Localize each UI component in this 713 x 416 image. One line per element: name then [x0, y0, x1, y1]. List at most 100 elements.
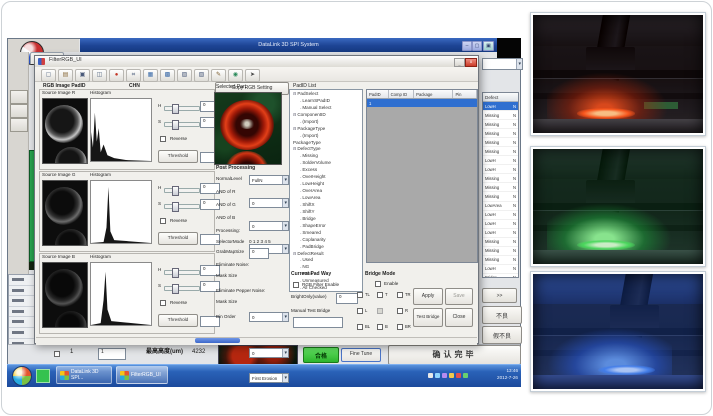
slider-thumb[interactable]	[172, 120, 179, 130]
tree-item[interactable]: -OverArea	[290, 187, 362, 194]
tree-item[interactable]: -(Import)	[290, 132, 362, 139]
save-button[interactable]: Save	[445, 288, 473, 305]
padid-tree[interactable]: ⊟PadSelect-LearnSPadID-Manual Select⊟Com…	[289, 89, 363, 292]
rail-button-1[interactable]	[10, 90, 28, 104]
bottom-checkbox[interactable]	[54, 351, 60, 357]
tree-item[interactable]: -OverHeight	[290, 173, 362, 180]
defect-row[interactable]: MissingN	[483, 138, 518, 147]
defect-row[interactable]: LowHN	[483, 265, 518, 274]
defect-filter-combo[interactable]	[482, 58, 523, 70]
tree-item[interactable]: ⊟DefectType	[290, 146, 362, 153]
defect-list[interactable]: Defect LowHNMissingNMissingNMissingNMiss…	[482, 92, 519, 278]
tree-item[interactable]: -LowArea	[290, 194, 362, 201]
tree-item[interactable]: ⊟ComponentID	[290, 111, 362, 118]
tray-icon[interactable]	[442, 373, 447, 378]
tray-icon[interactable]	[435, 373, 440, 378]
tree-expander-icon[interactable]: ⊟	[293, 126, 296, 131]
defect-row[interactable]: MissingN	[483, 183, 518, 192]
tree-item[interactable]: -ShiftY	[290, 208, 362, 215]
h-slider[interactable]	[164, 106, 200, 111]
s-slider[interactable]	[164, 204, 200, 209]
h-slider[interactable]	[164, 270, 200, 275]
maximize-button[interactable]: ▢	[472, 41, 482, 51]
slider-thumb[interactable]	[172, 268, 179, 278]
tree-item[interactable]: -(Import)	[290, 118, 362, 125]
bridge-checkbox-tr[interactable]	[397, 292, 403, 298]
slider-thumb[interactable]	[172, 284, 179, 294]
defect-row[interactable]: BridgeN	[483, 274, 518, 278]
slider-thumb[interactable]	[172, 104, 179, 114]
tray-icon[interactable]	[456, 373, 461, 378]
bridge-enable-checkbox[interactable]	[375, 281, 381, 287]
s-slider[interactable]	[164, 286, 200, 291]
tree-item[interactable]: -NG	[290, 263, 362, 270]
edit-icon[interactable]: ✎	[211, 69, 226, 82]
reverse-checkbox[interactable]	[160, 300, 166, 306]
confirm-complete-button[interactable]: 确认完毕	[388, 345, 521, 365]
s-slider[interactable]	[164, 122, 200, 127]
defect-row[interactable]: LowHN	[483, 220, 518, 229]
normal-level-combo[interactable]: FullN	[249, 175, 289, 185]
padid-col-header[interactable]: Pin	[453, 90, 477, 98]
defect-row[interactable]: MissingN	[483, 238, 518, 247]
defect-row[interactable]: LowHN	[483, 229, 518, 238]
threshold-button[interactable]: Threshold	[158, 150, 198, 163]
defect-button[interactable]: 不良	[482, 306, 522, 324]
mask-size-1-combo[interactable]: 0	[249, 312, 289, 322]
grid-icon[interactable]: ▦	[143, 69, 158, 82]
defect-row[interactable]: MissingN	[483, 256, 518, 265]
close-button[interactable]: ▣	[483, 41, 494, 51]
bin-order-combo[interactable]: First Erosion	[249, 373, 289, 383]
tree-item[interactable]: -ShapeError	[290, 222, 362, 229]
layout-icon[interactable]: ▧	[194, 69, 209, 82]
new-icon[interactable]: ▢	[41, 69, 56, 82]
defect-row[interactable]: LowAreaN	[483, 202, 518, 211]
bridge-checkbox-r[interactable]	[397, 308, 403, 314]
tree-item[interactable]: -Missing	[290, 152, 362, 159]
fine-tune-button[interactable]: Fine Tune	[341, 348, 381, 362]
tree-expander-icon[interactable]: ⊟	[293, 251, 296, 256]
defect-row[interactable]: LowHN	[483, 102, 518, 111]
tree-item[interactable]: -Manual Select	[290, 104, 362, 111]
tree-item[interactable]: ⊟PadSelect	[290, 90, 362, 97]
false-defect-button[interactable]: 假不良	[482, 326, 522, 344]
defect-row[interactable]: MissingN	[483, 247, 518, 256]
table-icon[interactable]: ▨	[177, 69, 192, 82]
padid-col-header[interactable]: Comp ID	[389, 90, 415, 98]
bright-only-input[interactable]: 0	[336, 293, 358, 304]
more-button[interactable]: >>	[482, 288, 517, 303]
manual-test-bridge-input[interactable]	[293, 317, 343, 328]
pointer-icon[interactable]: ➤	[245, 69, 260, 82]
start-button[interactable]	[12, 366, 32, 386]
tree-item[interactable]: -Used	[290, 257, 362, 264]
palette-icon[interactable]: ◉	[228, 69, 243, 82]
slider-thumb[interactable]	[172, 202, 179, 212]
measure-icon[interactable]: ⌗	[126, 69, 141, 82]
print-icon[interactable]: ◫	[92, 69, 107, 82]
minimize-button[interactable]: –	[462, 41, 472, 51]
and-of-g-combo[interactable]: 0	[249, 221, 289, 231]
reverse-checkbox[interactable]	[160, 136, 166, 142]
h-slider[interactable]	[164, 188, 200, 193]
reverse-checkbox[interactable]	[160, 218, 166, 224]
threshold-button[interactable]: Threshold	[158, 232, 198, 245]
grab-map-size-input[interactable]: 0	[249, 248, 269, 259]
rail-button-3[interactable]	[10, 118, 28, 132]
tree-item[interactable]: PackageType	[290, 139, 362, 146]
tray-icon[interactable]	[449, 373, 454, 378]
record-icon[interactable]: ●	[109, 69, 124, 82]
test-bridge-button[interactable]: Test Bridge	[413, 308, 443, 327]
tree-item[interactable]: -Coplanarity	[290, 236, 362, 243]
defect-row[interactable]: MissingN	[483, 147, 518, 156]
open-icon[interactable]: ▤	[58, 69, 73, 82]
defect-row[interactable]: MissingN	[483, 174, 518, 183]
slider-thumb[interactable]	[172, 186, 179, 196]
tree-item[interactable]: ⊟DefectResult	[290, 250, 362, 257]
apply-button[interactable]: Apply	[413, 288, 443, 305]
index-input[interactable]: 1	[98, 348, 126, 360]
image-icon[interactable]: ▩	[160, 69, 175, 82]
tree-item[interactable]: -LowHeight	[290, 180, 362, 187]
bridge-checkbox-t[interactable]	[377, 292, 383, 298]
and-of-r-combo[interactable]: 0	[249, 198, 289, 208]
taskbar-app-filterrgb[interactable]: FilterRGB_UI	[116, 366, 168, 384]
